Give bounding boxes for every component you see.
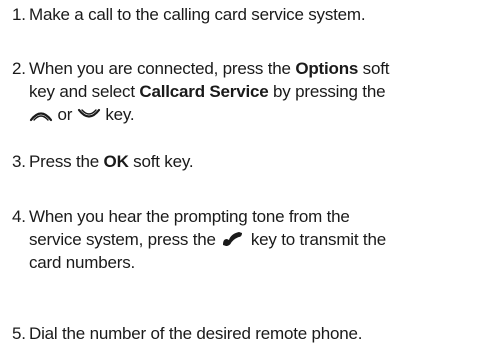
step-number: 1. xyxy=(12,5,26,24)
step-text: Press the xyxy=(29,152,104,171)
step-text: key to transmit the xyxy=(250,230,386,249)
up-arrow-key-icon xyxy=(29,107,53,123)
options-softkey-label: Options xyxy=(295,59,359,78)
step-2: 2. When you are connected, press the Opti… xyxy=(12,57,492,126)
step-number: 3. xyxy=(12,152,26,171)
step-text: key. xyxy=(105,105,135,124)
step-text: Make a call to the calling card service … xyxy=(29,5,366,24)
step-5: 5. Dial the number of the desired remote … xyxy=(12,322,492,345)
ok-softkey-label: OK xyxy=(103,152,129,171)
step-text: soft xyxy=(358,59,390,78)
step-4: 4. When you hear the prompting tone from … xyxy=(12,205,492,274)
step-text: card numbers. xyxy=(29,253,136,272)
step-text: When you are connected, press the xyxy=(29,59,296,78)
step-number: 4. xyxy=(12,207,26,226)
step-text: Dial the number of the desired remote ph… xyxy=(29,324,363,343)
step-text: by pressing the xyxy=(268,82,386,101)
step-3: 3. Press the OK soft key. xyxy=(12,150,492,173)
step-text: soft key. xyxy=(128,152,194,171)
step-number: 2. xyxy=(12,59,26,78)
step-text: or xyxy=(57,105,73,124)
step-text: When you hear the prompting tone from th… xyxy=(29,207,350,226)
step-number: 5. xyxy=(12,324,26,343)
step-1: 1. Make a call to the calling card servic… xyxy=(12,3,492,26)
step-text: service system, press the xyxy=(29,230,216,249)
step-text: key and select xyxy=(29,82,140,101)
send-key-icon xyxy=(220,230,246,248)
callcard-service-label: Callcard Service xyxy=(139,82,269,101)
down-arrow-key-icon xyxy=(77,107,101,123)
